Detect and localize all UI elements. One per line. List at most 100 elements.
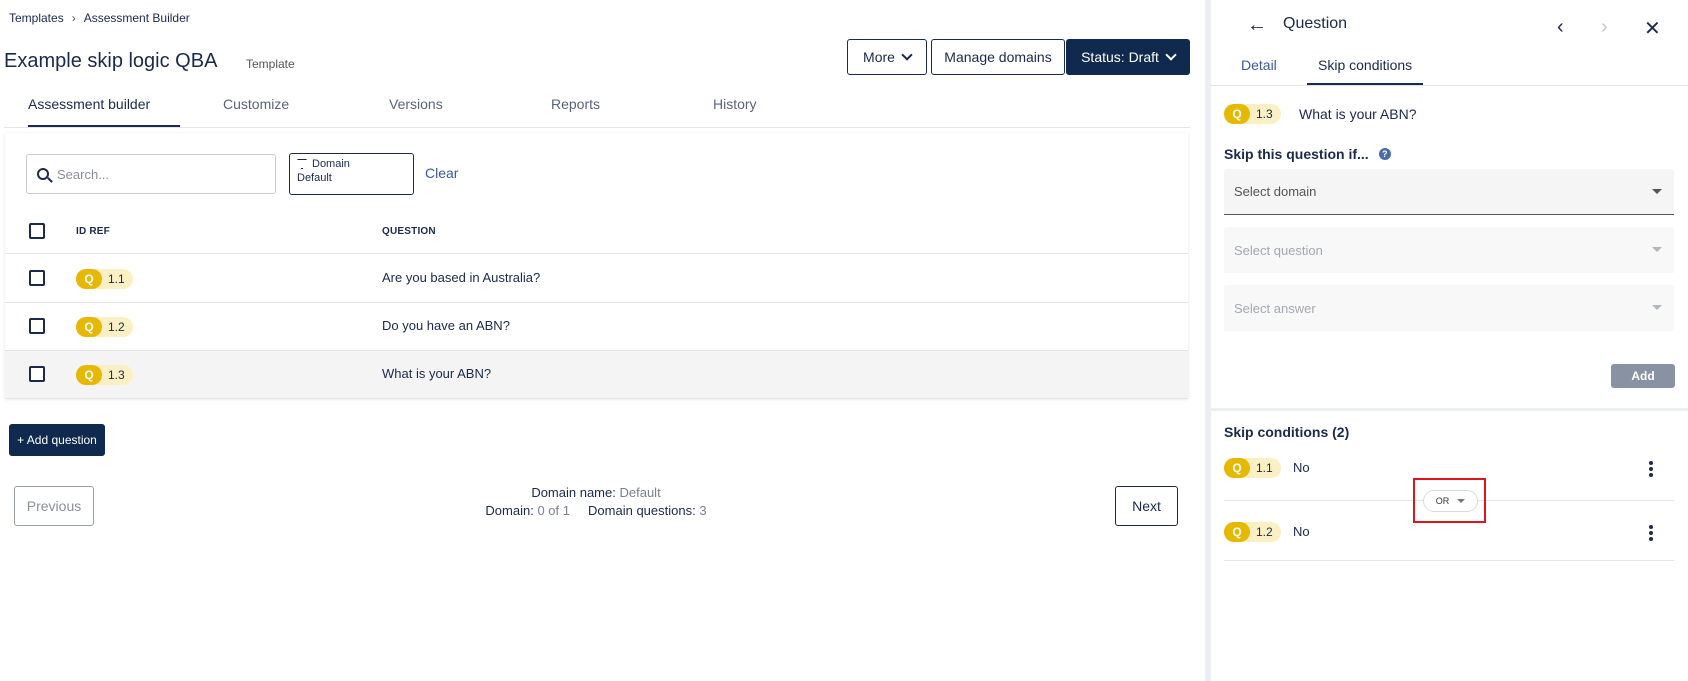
operator-highlight: OR bbox=[1413, 478, 1486, 523]
chevron-down-icon bbox=[1165, 49, 1177, 61]
more-button-label: More bbox=[863, 49, 895, 65]
tab-history[interactable]: History bbox=[713, 96, 757, 125]
question-id: 1.1 bbox=[108, 272, 125, 286]
caret-down-icon bbox=[1457, 499, 1466, 503]
question-badge: Q 1.3 bbox=[1224, 104, 1281, 124]
select-domain-dropdown[interactable]: Select domain bbox=[1224, 169, 1674, 215]
main-content: Templates › Assessment Builder Example s… bbox=[0, 0, 1205, 681]
chevron-right-icon[interactable]: › bbox=[1601, 16, 1608, 39]
close-icon[interactable]: ✕ bbox=[1644, 16, 1661, 41]
row-checkbox[interactable] bbox=[29, 270, 45, 286]
question-id: 1.1 bbox=[1256, 461, 1273, 475]
tab-versions[interactable]: Versions bbox=[389, 96, 443, 125]
question-id: 1.3 bbox=[108, 368, 125, 382]
add-question-button[interactable]: + Add question bbox=[9, 424, 105, 456]
question-badge: Q 1.2 bbox=[76, 317, 133, 337]
question-id: 1.3 bbox=[1256, 107, 1273, 121]
search-icon bbox=[37, 168, 49, 180]
table-header: ID REF QUESTION bbox=[5, 209, 1188, 254]
domain-filter[interactable]: Domain Default bbox=[289, 153, 414, 195]
condition-divider bbox=[1224, 560, 1674, 561]
condition-question-badge: Q 1.1 bbox=[1224, 458, 1281, 478]
template-tag: Template bbox=[246, 57, 295, 71]
question-type-icon: Q bbox=[76, 317, 102, 337]
question-type-icon: Q bbox=[76, 365, 102, 385]
domain-filter-value: Default bbox=[297, 172, 332, 184]
domain-count-line: Domain: 0 of 1 Domain questions: 3 bbox=[470, 502, 722, 520]
domain-name-value: Default bbox=[619, 485, 661, 500]
operator-dropdown[interactable]: OR bbox=[1423, 490, 1478, 512]
more-button[interactable]: More bbox=[847, 39, 927, 75]
question-id: 1.2 bbox=[1256, 525, 1273, 539]
skip-if-label: Skip this question if... bbox=[1224, 146, 1369, 162]
question-id: 1.2 bbox=[108, 320, 125, 334]
tab-detail[interactable]: Detail bbox=[1241, 57, 1277, 83]
question-type-icon: Q bbox=[1224, 458, 1250, 478]
select-domain-placeholder: Select domain bbox=[1234, 184, 1317, 199]
search-placeholder: Search... bbox=[57, 166, 110, 182]
domain-label: Domain: bbox=[485, 503, 534, 518]
table-row[interactable]: Q 1.1 Are you based in Australia? bbox=[5, 255, 1188, 303]
table-row[interactable]: Q 1.3 What is your ABN? bbox=[5, 351, 1188, 399]
select-question-dropdown[interactable]: Select question bbox=[1224, 227, 1674, 273]
caret-down-icon bbox=[1652, 247, 1662, 252]
column-header-id-ref: ID REF bbox=[76, 226, 110, 237]
section-divider bbox=[1211, 408, 1688, 411]
more-vertical-icon[interactable] bbox=[1649, 525, 1653, 541]
tab-reports[interactable]: Reports bbox=[551, 96, 600, 125]
next-button[interactable]: Next bbox=[1115, 486, 1178, 526]
panel-title: Question bbox=[1283, 15, 1348, 32]
status-label: Status: Draft bbox=[1081, 49, 1159, 65]
search-input[interactable]: Search... bbox=[26, 154, 276, 194]
domain-name-label: Domain name: bbox=[531, 485, 616, 500]
domain-questions-value: 3 bbox=[699, 503, 707, 518]
skip-if-heading: Skip this question if... ? bbox=[1224, 146, 1391, 162]
condition-answer: No bbox=[1293, 460, 1310, 475]
caret-down-icon bbox=[1652, 189, 1662, 194]
question-type-icon: Q bbox=[1224, 104, 1250, 124]
select-question-placeholder: Select question bbox=[1234, 242, 1323, 258]
skip-conditions-title: Skip conditions (2) bbox=[1224, 424, 1350, 440]
pagination-info: Domain name: Default Domain: 0 of 1 Doma… bbox=[470, 484, 722, 520]
tab-skip-conditions[interactable]: Skip conditions bbox=[1307, 57, 1424, 85]
condition-answer: No bbox=[1293, 524, 1310, 539]
breadcrumb-templates[interactable]: Templates bbox=[9, 11, 64, 25]
question-text: Are you based in Australia? bbox=[382, 270, 541, 285]
select-all-checkbox[interactable] bbox=[29, 223, 45, 239]
question-badge: Q 1.3 bbox=[76, 365, 133, 385]
question-text: What is your ABN? bbox=[1299, 106, 1417, 122]
domain-name-line: Domain name: Default bbox=[470, 484, 722, 502]
domain-filter-label: Domain bbox=[312, 158, 350, 170]
operator-label: OR bbox=[1435, 496, 1450, 506]
row-checkbox[interactable] bbox=[29, 318, 45, 334]
tab-customize[interactable]: Customize bbox=[223, 96, 289, 125]
domain-questions-label: Domain questions: bbox=[588, 503, 696, 518]
question-text: What is your ABN? bbox=[382, 366, 492, 381]
domain-filter-label-row: Domain bbox=[297, 158, 406, 170]
manage-domains-button[interactable]: Manage domains bbox=[931, 39, 1065, 75]
table-row[interactable]: Q 1.2 Do you have an ABN? bbox=[5, 303, 1188, 351]
previous-button[interactable]: Previous bbox=[14, 486, 94, 526]
tab-assessment-builder[interactable]: Assessment builder bbox=[28, 96, 180, 127]
question-panel: ← Question ‹ › ✕ Detail Skip conditions … bbox=[1211, 0, 1688, 681]
row-checkbox[interactable] bbox=[29, 366, 45, 382]
more-vertical-icon[interactable] bbox=[1649, 461, 1653, 477]
question-badge: Q 1.1 bbox=[76, 269, 133, 289]
add-condition-button[interactable]: Add bbox=[1611, 364, 1675, 388]
caret-down-icon bbox=[1652, 305, 1662, 310]
page-title: Example skip logic QBA bbox=[4, 50, 218, 72]
select-answer-dropdown[interactable]: Select answer bbox=[1224, 285, 1674, 331]
question-type-icon: Q bbox=[1224, 522, 1250, 542]
help-icon[interactable]: ? bbox=[1378, 148, 1391, 160]
clear-filters-link[interactable]: Clear bbox=[425, 165, 458, 181]
select-answer-placeholder: Select answer bbox=[1234, 300, 1316, 316]
status-button[interactable]: Status: Draft bbox=[1066, 39, 1190, 75]
condition-question-badge: Q 1.2 bbox=[1224, 522, 1281, 542]
arrow-left-icon[interactable]: ← bbox=[1247, 14, 1267, 37]
chevron-right-icon: › bbox=[71, 11, 76, 25]
chevron-left-icon[interactable]: ‹ bbox=[1557, 16, 1564, 39]
chevron-down-icon bbox=[901, 49, 913, 61]
tab-bar: Assessment builder Customize Versions Re… bbox=[4, 88, 1190, 128]
question-text: Do you have an ABN? bbox=[382, 318, 510, 333]
column-header-question: QUESTION bbox=[382, 226, 436, 237]
